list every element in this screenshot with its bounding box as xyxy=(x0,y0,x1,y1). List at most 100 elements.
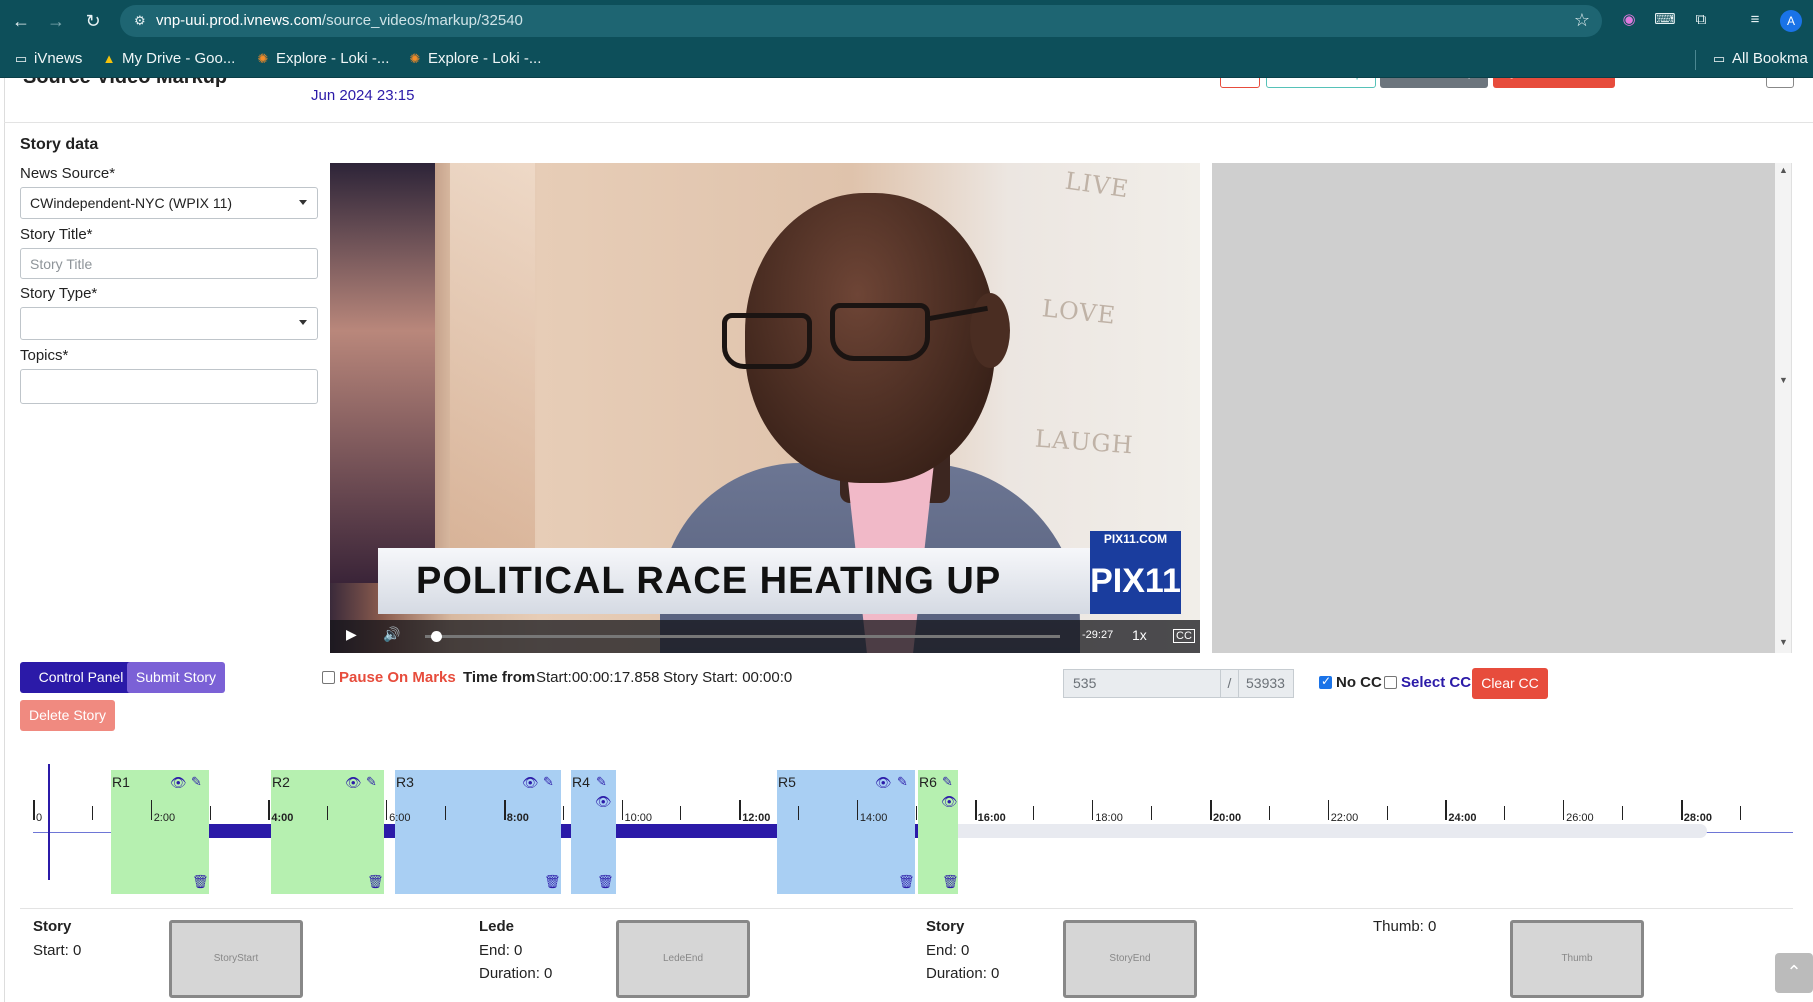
trash-icon[interactable]: 🗑 xyxy=(597,874,614,890)
seek-knob[interactable] xyxy=(431,631,443,642)
clear-cc-button[interactable]: Clear CC xyxy=(1472,668,1548,699)
back-icon[interactable]: ← xyxy=(10,10,32,32)
story-type-label: Story Type* xyxy=(20,285,98,302)
bookmark-star-icon[interactable]: ☆ xyxy=(1574,10,1590,31)
eye-icon[interactable]: 👁 xyxy=(595,794,612,810)
timeline-cursor[interactable] xyxy=(48,764,50,880)
no-cc-label: No CC xyxy=(1336,674,1382,691)
control-panel-button[interactable]: Control Panel xyxy=(20,662,142,693)
finish-markup-button[interactable]: Finish Markup xyxy=(1380,78,1488,88)
segment-r1[interactable]: R1 👁 ✎ 🗑 xyxy=(111,770,209,894)
lede-end-thumbnail[interactable]: LedeEnd xyxy=(616,920,750,998)
video-background-window xyxy=(330,163,435,583)
no-cc-checkbox[interactable] xyxy=(1319,674,1332,689)
segment-r4[interactable]: R4 ✎ 👁 🗑 xyxy=(571,770,616,894)
scroll-down-icon[interactable]: ▼ xyxy=(1779,637,1788,647)
person-ear xyxy=(970,293,1010,368)
segment-r2[interactable]: R2 👁 ✎ 🗑 xyxy=(271,770,384,894)
news-source-label: News Source* xyxy=(20,165,116,182)
topics-label: Topics* xyxy=(20,347,69,364)
scroll-thumb-marker[interactable]: ▼ xyxy=(1779,375,1788,385)
password-icon[interactable]: ⌨ xyxy=(1654,9,1676,31)
pencil-icon[interactable]: ✎ xyxy=(366,774,377,790)
news-source-select[interactable]: CWindependent-NYC (WPIX 11) xyxy=(20,187,318,219)
video-player[interactable]: LIVE LOVE LAUGH POLITICAL RACE HEATING U… xyxy=(330,163,1200,653)
segment-label: R5 xyxy=(778,774,796,790)
story-title-label: Story Title* xyxy=(20,226,93,243)
browser-toolbar: ← → ↻ ⚙ vnp-uui.prod.ivnews.com/source_v… xyxy=(0,0,1813,41)
timeline-tick-label: 10:00 xyxy=(624,812,653,824)
scroll-to-top-button[interactable]: ⌃ xyxy=(1775,953,1813,993)
pencil-icon[interactable]: ✎ xyxy=(942,774,953,790)
pencil-icon[interactable]: ✎ xyxy=(596,774,607,790)
story-title-input[interactable]: Story Title xyxy=(20,248,318,279)
scroll-up-icon[interactable]: ▲ xyxy=(1779,165,1788,175)
bookmark-ivnews[interactable]: ▭ iVnews xyxy=(12,50,83,67)
playback-speed[interactable]: 1x xyxy=(1132,627,1147,643)
select-cc-checkbox[interactable] xyxy=(1384,676,1397,689)
timeline-major-tick xyxy=(503,800,506,820)
chevron-down-icon xyxy=(299,320,307,325)
delete-story-button[interactable]: Delete Story xyxy=(20,700,115,731)
pencil-icon[interactable]: ✎ xyxy=(543,774,554,790)
bookmark-loki-2[interactable]: ✺ Explore - Loki -... xyxy=(406,50,542,67)
frame-current-input[interactable]: 535 xyxy=(1063,669,1221,698)
media-icon[interactable]: ≡ xyxy=(1744,9,1766,31)
eye-icon[interactable]: 👁 xyxy=(875,775,892,791)
volume-icon[interactable]: 🔊 xyxy=(383,626,400,643)
thumb-thumbnail[interactable]: Thumb xyxy=(1510,920,1644,998)
segment-r6[interactable]: R6 ✎ 👁 🗑 xyxy=(918,770,959,894)
eye-icon[interactable]: 👁 xyxy=(941,794,958,810)
profile-avatar[interactable]: A xyxy=(1780,10,1802,32)
address-bar[interactable]: ⚙ vnp-uui.prod.ivnews.com/source_videos/… xyxy=(120,5,1602,37)
exit-button[interactable]: Exit xyxy=(1220,78,1260,88)
trash-icon[interactable]: 🗑 xyxy=(367,874,384,890)
pencil-icon[interactable]: ✎ xyxy=(191,774,202,790)
timeline-minor-tick xyxy=(444,806,446,820)
pencil-icon[interactable]: ✎ xyxy=(897,774,908,790)
timeline-minor-tick xyxy=(798,806,800,820)
submit-story-button[interactable]: Submit Story xyxy=(127,662,225,693)
pause-markup-button[interactable]: Pause Markup xyxy=(1266,78,1376,88)
play-icon[interactable]: ▶ xyxy=(346,626,357,643)
timeline-minor-tick xyxy=(680,806,682,820)
trash-icon[interactable]: 🗑 xyxy=(192,874,209,890)
extensions-puzzle-icon[interactable]: ⧉ xyxy=(1690,9,1712,31)
timeline-minor-tick xyxy=(915,806,917,820)
bookmark-my-drive[interactable]: ▲ My Drive - Goo... xyxy=(100,50,236,67)
eye-icon[interactable]: 👁 xyxy=(170,775,187,791)
caption-panel[interactable]: ▲ ▼ ▼ xyxy=(1212,163,1792,653)
qa-source-video-button[interactable]: QA Source Video xyxy=(1493,78,1615,88)
eye-icon[interactable]: 👁 xyxy=(522,775,539,791)
chevron-down-icon xyxy=(299,200,307,205)
all-bookmarks[interactable]: ▭ All Bookma xyxy=(1710,50,1808,67)
site-info-icon[interactable]: ⚙ xyxy=(134,13,150,29)
bookmark-loki-1[interactable]: ✺ Explore - Loki -... xyxy=(254,50,390,67)
timeline-major-tick xyxy=(739,800,742,820)
seek-track[interactable] xyxy=(425,635,1060,638)
story-start-thumbnail[interactable]: StoryStart xyxy=(169,920,303,998)
extension-icon[interactable]: ◉ xyxy=(1618,9,1640,31)
header-date: Jun 2024 23:15 xyxy=(311,87,415,104)
segment-r3[interactable]: R3 👁 ✎ 🗑 xyxy=(395,770,561,894)
timeline-major-tick xyxy=(1563,800,1565,820)
topics-input[interactable] xyxy=(20,369,318,404)
caption-scrollbar[interactable]: ▲ ▼ ▼ xyxy=(1775,163,1791,653)
trash-icon[interactable]: 🗑 xyxy=(544,874,561,890)
drive-icon: ▲ xyxy=(102,51,116,66)
url-text: vnp-uui.prod.ivnews.com/source_videos/ma… xyxy=(156,12,523,29)
captions-icon[interactable]: CC xyxy=(1173,629,1195,643)
story-end-thumbnail[interactable]: StoryEnd xyxy=(1063,920,1197,998)
segment-r5[interactable]: R5 👁 ✎ 🗑 xyxy=(777,770,915,894)
menu-button[interactable] xyxy=(1766,78,1794,88)
wall-lettering: LAUGH xyxy=(1034,424,1135,460)
eye-icon[interactable]: 👁 xyxy=(345,775,362,791)
story-type-select[interactable] xyxy=(20,307,318,340)
trash-icon[interactable]: 🗑 xyxy=(942,874,959,890)
trash-icon[interactable]: 🗑 xyxy=(898,874,915,890)
segment-label: R2 xyxy=(272,774,290,790)
reload-icon[interactable]: ↻ xyxy=(82,10,104,32)
timeline-minor-tick xyxy=(1504,806,1506,820)
forward-icon[interactable]: → xyxy=(45,10,67,32)
pause-on-marks-checkbox[interactable] xyxy=(322,671,335,684)
